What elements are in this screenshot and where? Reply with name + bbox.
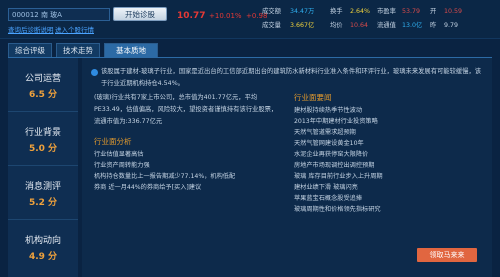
list-item: 行业资产周转能力强 bbox=[94, 162, 150, 169]
sidebar-item-label: 行业背景 bbox=[24, 128, 61, 138]
quote-label: 市盈率 bbox=[377, 8, 396, 15]
sidebar: 公司运营 6.5 分 行业背景 5.0 分 消息测评 5.2 分 机构动向 4.… bbox=[8, 58, 78, 277]
list-item: 机构持仓数量比上一报告期减少77.14%，机构低配 bbox=[94, 173, 236, 180]
current-price: 10.77 bbox=[177, 11, 206, 21]
quote-label: 流通值 bbox=[377, 22, 396, 29]
news-link[interactable]: 玻璃周期性和价格领先指标研究 bbox=[294, 204, 479, 215]
bullet-icon bbox=[91, 69, 98, 76]
change-percent: +10.01% bbox=[209, 12, 242, 20]
quote-label: 换手 bbox=[330, 8, 343, 15]
stock-code-input[interactable]: 000012 南 玻A bbox=[8, 8, 110, 21]
sidebar-item-score: 6.5 分 bbox=[28, 90, 58, 100]
tab-fundamentals[interactable]: 基本质地 bbox=[104, 43, 158, 57]
news-link[interactable]: 苹果蓝宝石概念股受追捧 bbox=[294, 193, 479, 204]
quote-label: 开 bbox=[430, 8, 437, 15]
news-link[interactable]: 建材业绩下滑 玻璃闪亮 bbox=[294, 182, 479, 193]
sidebar-item-label: 公司运营 bbox=[24, 74, 61, 84]
news-link[interactable]: 玻璃 库存目前行业步入上升周期 bbox=[294, 171, 479, 182]
sidebar-item-institutions[interactable]: 机构动向 4.9 分 bbox=[8, 220, 78, 274]
news-link[interactable]: 建材股持续热季节性波动 bbox=[294, 105, 479, 116]
enter-quote-link[interactable]: 进入个股行情 bbox=[55, 24, 94, 34]
quote-value: 10.59 bbox=[444, 8, 463, 15]
start-diagnosis-button[interactable]: 开始诊股 bbox=[113, 7, 167, 21]
news-link[interactable]: 天然气管道需求超预期 bbox=[294, 127, 479, 138]
quote-value: 34.47万 bbox=[290, 8, 315, 15]
quote-value: 10.64 bbox=[350, 22, 369, 29]
industry-summary: 该股属于建材-玻璃子行业，国家是近出台的工信部近期出台的建筑防水新材料行业准入条… bbox=[91, 66, 483, 90]
news-link[interactable]: 水泥企业再获停窑大限降价 bbox=[294, 149, 479, 160]
sidebar-item-industry[interactable]: 行业背景 5.0 分 bbox=[8, 112, 78, 166]
company-paragraph: (玻璃)行业共有7家上市公司，总市值为401.77亿元，平均PE33.49，估值… bbox=[94, 94, 278, 125]
quote-value: 9.79 bbox=[444, 22, 459, 29]
sidebar-item-score: 5.2 分 bbox=[28, 198, 58, 208]
sidebar-item-score: 4.9 分 bbox=[28, 252, 58, 262]
news-link[interactable]: 天然气管网建设黄金10年 bbox=[294, 138, 479, 149]
news-link[interactable]: 2013年中期建材行业投资策略 bbox=[294, 116, 479, 127]
sidebar-item-label: 机构动向 bbox=[24, 236, 61, 246]
toolbar: 000012 南 玻A 查询后诊断说明 进入个股行情 开始诊股 10.77 +1… bbox=[0, 0, 500, 39]
tab-technical-trend[interactable]: 技术走势 bbox=[56, 43, 100, 57]
quote-value: 53.79 bbox=[402, 8, 421, 15]
sidebar-item-score: 5.0 分 bbox=[28, 144, 58, 154]
quote-label: 昨 bbox=[430, 22, 437, 29]
summary-text: 该股属于建材-玻璃子行业，国家是近出台的工信部近期出台的建筑防水新材料行业准入条… bbox=[101, 68, 482, 87]
industry-news-title: 行业面要闻 bbox=[294, 93, 332, 102]
sidebar-item-operations[interactable]: 公司运营 6.5 分 bbox=[8, 58, 78, 112]
sidebar-item-label: 消息测评 bbox=[24, 182, 61, 192]
cta-button[interactable]: 领取马来来 bbox=[417, 248, 477, 262]
quote-value: 3.667亿 bbox=[290, 22, 315, 29]
left-column: (玻璃)行业共有7家上市公司，总市值为401.77亿元，平均PE33.49，估值… bbox=[94, 92, 279, 193]
quote-label: 成交额 bbox=[262, 8, 281, 15]
quote-label: 成交量 bbox=[262, 22, 281, 29]
list-item: 券商 近一月44%的券商给予[买入]建议 bbox=[94, 184, 202, 191]
sidebar-item-news[interactable]: 消息测评 5.2 分 bbox=[8, 166, 78, 220]
right-column: 行业面要闻 建材股持续热季节性波动 2013年中期建材行业投资策略 天然气管道需… bbox=[294, 92, 479, 215]
list-item: 行业估值显著高估 bbox=[94, 151, 144, 158]
quote-value: 2.64% bbox=[350, 8, 371, 15]
query-help-link[interactable]: 查询后诊断说明 bbox=[8, 24, 54, 34]
tab-overall-rating[interactable]: 综合评级 bbox=[8, 43, 52, 57]
quote-value: 13.0亿 bbox=[402, 22, 423, 29]
quote-label: 均价 bbox=[330, 22, 343, 29]
news-link[interactable]: 房地产市场现调控出调控预期 bbox=[294, 160, 479, 171]
content-panel: 该股属于建材-玻璃子行业，国家是近出台的工信部近期出台的建筑防水新材料行业准入条… bbox=[82, 58, 492, 277]
industry-analysis-title: 行业面分析 bbox=[94, 137, 132, 146]
